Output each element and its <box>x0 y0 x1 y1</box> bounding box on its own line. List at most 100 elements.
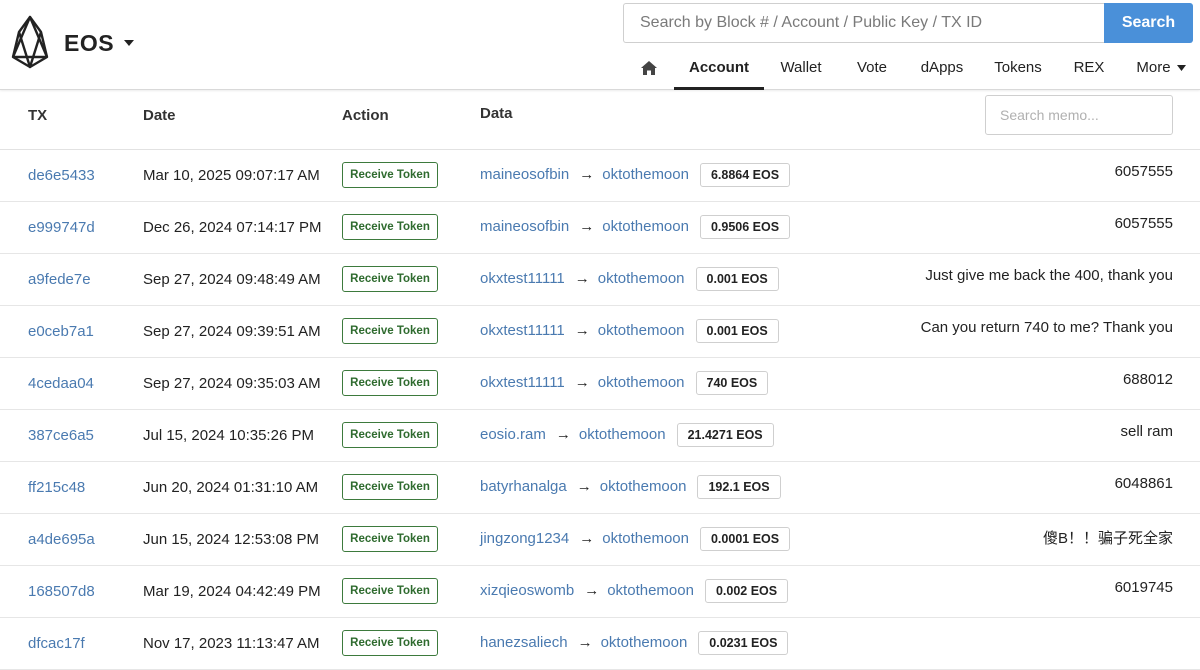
arrow-right-icon: → <box>555 425 571 443</box>
to-account-link[interactable]: oktothemoon <box>600 478 687 495</box>
tx-link[interactable]: dfcac17f <box>28 635 85 652</box>
transfer-data: okxtest11111 → oktothemoon 0.001 EOS <box>480 267 779 291</box>
memo-text: 傻B！！骗子死全家 <box>1042 530 1173 547</box>
memo-text: Can you return 740 to me? Thank you <box>920 319 1173 336</box>
column-header-action: Action <box>342 107 389 124</box>
search-button[interactable]: Search <box>1104 3 1193 43</box>
from-account-link[interactable]: okxtest11111 <box>480 374 565 391</box>
to-account-link[interactable]: oktothemoon <box>602 218 689 235</box>
to-account-link[interactable]: oktothemoon <box>602 166 689 183</box>
table-row: 4cedaa04 Sep 27, 2024 09:35:03 AM Receiv… <box>0 358 1200 410</box>
tx-link[interactable]: e0ceb7a1 <box>28 323 94 340</box>
table-row: e999747d Dec 26, 2024 07:14:17 PM Receiv… <box>0 202 1200 254</box>
memo-text: sell ram <box>1120 423 1173 440</box>
nav-home[interactable] <box>630 46 668 90</box>
tab-tokens[interactable]: Tokens <box>990 46 1046 90</box>
table-row: 387ce6a5 Jul 15, 2024 10:35:26 PM Receiv… <box>0 410 1200 462</box>
to-account-link[interactable]: oktothemoon <box>601 634 688 651</box>
memo-text: 6019745 <box>1114 579 1173 596</box>
quantity-badge: 0.001 EOS <box>695 267 779 291</box>
arrow-right-icon: → <box>574 269 590 287</box>
arrow-right-icon: → <box>584 581 600 599</box>
quantity-badge: 0.0231 EOS <box>698 631 789 655</box>
brand-name[interactable]: EOS <box>64 30 114 57</box>
home-icon <box>641 61 657 75</box>
tab-rex[interactable]: REX <box>1068 46 1110 90</box>
transfer-data: jingzong1234 → oktothemoon 0.0001 EOS <box>480 527 791 551</box>
from-account-link[interactable]: xizqieoswomb <box>480 582 574 599</box>
tx-link[interactable]: 168507d8 <box>28 583 95 600</box>
arrow-right-icon: → <box>577 633 593 651</box>
table-row: e0ceb7a1 Sep 27, 2024 09:39:51 AM Receiv… <box>0 306 1200 358</box>
chevron-down-icon[interactable] <box>124 40 134 46</box>
tab-dapps[interactable]: dApps <box>914 46 970 90</box>
tx-link[interactable]: de6e5433 <box>28 167 95 184</box>
tx-link[interactable]: a9fede7e <box>28 271 91 288</box>
quantity-badge: 0.0001 EOS <box>699 527 791 551</box>
transfer-data: maineosofbin → oktothemoon 6.8864 EOS <box>480 163 791 187</box>
arrow-right-icon: → <box>576 477 592 495</box>
memo-text: Just give me back the 400, thank you <box>925 267 1173 284</box>
quantity-badge: 0.001 EOS <box>695 319 779 343</box>
tx-link[interactable]: 4cedaa04 <box>28 375 94 392</box>
transfer-data: batyrhanalga → oktothemoon 192.1 EOS <box>480 475 781 499</box>
from-account-link[interactable]: batyrhanalga <box>480 478 567 495</box>
from-account-link[interactable]: hanezsaliech <box>480 634 568 651</box>
arrow-right-icon: → <box>579 165 595 183</box>
tab-more[interactable]: More <box>1130 46 1192 90</box>
from-account-link[interactable]: maineosofbin <box>480 218 569 235</box>
from-account-link[interactable]: okxtest11111 <box>480 322 565 339</box>
arrow-right-icon: → <box>579 217 595 235</box>
to-account-link[interactable]: oktothemoon <box>598 270 685 287</box>
tx-link[interactable]: ff215c48 <box>28 479 85 496</box>
column-header-tx: TX <box>28 107 48 124</box>
quantity-badge: 740 EOS <box>695 371 769 395</box>
transfer-data: okxtest11111 → oktothemoon 740 EOS <box>480 371 769 395</box>
to-account-link[interactable]: oktothemoon <box>598 374 685 391</box>
quantity-badge: 21.4271 EOS <box>676 423 774 447</box>
from-account-link[interactable]: maineosofbin <box>480 166 569 183</box>
tx-date: Sep 27, 2024 09:39:51 AM <box>143 323 321 340</box>
from-account-link[interactable]: eosio.ram <box>480 426 546 443</box>
tx-date: Jul 15, 2024 10:35:26 PM <box>143 427 314 444</box>
tx-link[interactable]: a4de695a <box>28 531 95 548</box>
table-row: ff215c48 Jun 20, 2024 01:31:10 AM Receiv… <box>0 462 1200 514</box>
quantity-badge: 192.1 EOS <box>697 475 781 499</box>
tx-date: Sep 27, 2024 09:35:03 AM <box>143 375 321 392</box>
to-account-link[interactable]: oktothemoon <box>607 582 694 599</box>
transfer-data: hanezsaliech → oktothemoon 0.0231 EOS <box>480 631 789 655</box>
to-account-link[interactable]: oktothemoon <box>579 426 666 443</box>
action-badge: Receive Token <box>342 526 438 552</box>
action-badge: Receive Token <box>342 162 438 188</box>
tx-date: Mar 19, 2024 04:42:49 PM <box>143 583 321 600</box>
tx-date: Nov 17, 2023 11:13:47 AM <box>143 635 320 652</box>
from-account-link[interactable]: okxtest11111 <box>480 270 565 287</box>
action-badge: Receive Token <box>342 318 438 344</box>
tx-date: Jun 15, 2024 12:53:08 PM <box>143 531 319 548</box>
action-badge: Receive Token <box>342 422 438 448</box>
tx-date: Jun 20, 2024 01:31:10 AM <box>143 479 319 496</box>
arrow-right-icon: → <box>574 321 590 339</box>
top-header: EOS Search Account Wallet Vote dApps Tok… <box>0 0 1200 90</box>
tx-link[interactable]: 387ce6a5 <box>28 427 94 444</box>
eos-logo-icon[interactable] <box>10 14 50 70</box>
table-row: dfcac17f Nov 17, 2023 11:13:47 AM Receiv… <box>0 618 1200 670</box>
column-header-date: Date <box>143 107 176 124</box>
tab-wallet[interactable]: Wallet <box>770 46 832 90</box>
tx-link[interactable]: e999747d <box>28 219 95 236</box>
from-account-link[interactable]: jingzong1234 <box>480 530 569 547</box>
memo-text: 6048861 <box>1114 475 1173 492</box>
to-account-link[interactable]: oktothemoon <box>602 530 689 547</box>
tab-vote[interactable]: Vote <box>848 46 896 90</box>
search-input[interactable] <box>623 3 1105 43</box>
table-row: 168507d8 Mar 19, 2024 04:42:49 PM Receiv… <box>0 566 1200 618</box>
action-badge: Receive Token <box>342 578 438 604</box>
tab-account[interactable]: Account <box>674 46 764 90</box>
memo-search-input[interactable] <box>985 95 1173 135</box>
to-account-link[interactable]: oktothemoon <box>598 322 685 339</box>
tab-more-label: More <box>1136 59 1171 76</box>
table-row: de6e5433 Mar 10, 2025 09:07:17 AM Receiv… <box>0 150 1200 202</box>
tx-date: Sep 27, 2024 09:48:49 AM <box>143 271 321 288</box>
arrow-right-icon: → <box>579 529 595 547</box>
tx-date: Dec 26, 2024 07:14:17 PM <box>143 219 322 236</box>
